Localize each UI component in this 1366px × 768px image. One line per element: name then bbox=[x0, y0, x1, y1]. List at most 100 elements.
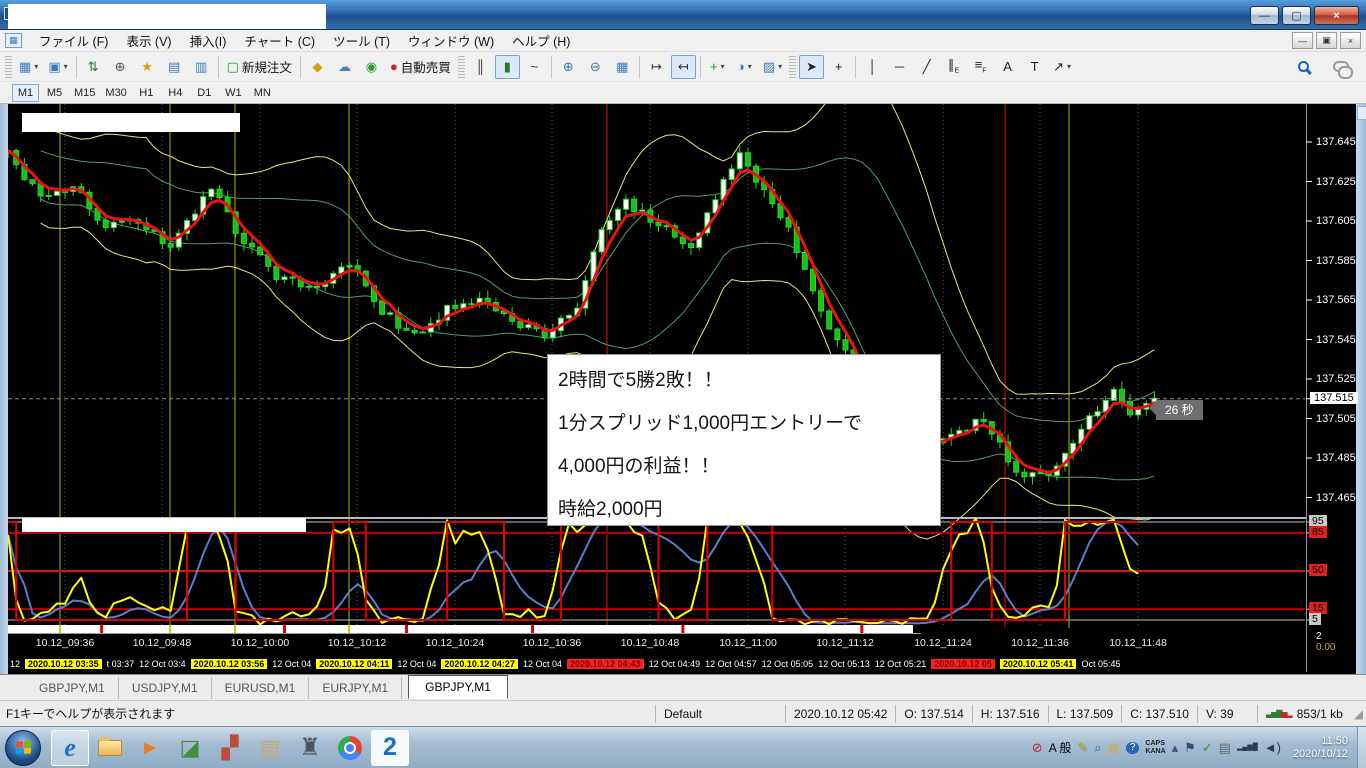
menu-bar: ▦ ファイル (F)表示 (V)挿入(I)チャート (C)ツール (T)ウィンド… bbox=[0, 30, 1366, 52]
windows-explorer-icon bbox=[98, 740, 122, 756]
chart-scrollbar[interactable] bbox=[1356, 104, 1366, 674]
candlestick-chart-button[interactable]: ▮ bbox=[495, 55, 520, 79]
volume-icon[interactable]: ◄) bbox=[1264, 741, 1281, 754]
chart-tab-eurusdm1-2[interactable]: EURUSD,M1 bbox=[212, 677, 310, 699]
menu-insert[interactable]: 挿入(I) bbox=[181, 29, 236, 52]
vertical-line-button[interactable]: │ bbox=[860, 55, 885, 79]
indicators-button[interactable]: +▾ bbox=[705, 55, 730, 79]
timeframe-w1[interactable]: W1 bbox=[220, 84, 247, 102]
start-button[interactable] bbox=[5, 730, 41, 766]
templates-button[interactable]: ▨▾ bbox=[759, 55, 786, 79]
line-chart-icon: ~ bbox=[531, 60, 539, 73]
chrome-browser[interactable] bbox=[331, 730, 369, 766]
status-profile[interactable]: Default bbox=[655, 705, 785, 723]
timeframe-m15[interactable]: M15 bbox=[70, 84, 99, 102]
terminal-button[interactable]: ▤ bbox=[162, 55, 187, 79]
ime-mode-indicator[interactable]: A 般 bbox=[1049, 739, 1072, 756]
close-button[interactable]: × bbox=[1314, 6, 1359, 25]
resize-grip-icon[interactable]: ◢ bbox=[1351, 707, 1366, 721]
show-desktop-button[interactable] bbox=[1357, 727, 1366, 768]
navigator-button[interactable]: ★ bbox=[135, 55, 160, 79]
timeframe-m1[interactable]: M1 bbox=[12, 84, 39, 102]
action-center-flag-icon[interactable]: ⚑ bbox=[1184, 741, 1196, 754]
text-label-button[interactable]: T bbox=[1022, 55, 1047, 79]
horizontal-line-button[interactable]: ─ bbox=[887, 55, 912, 79]
chart-tab-gbpjpym1-4[interactable]: GBPJPY,M1 bbox=[408, 675, 508, 699]
news-button[interactable]: ◉ bbox=[359, 55, 384, 79]
zoom-in-button[interactable]: ⊕ bbox=[556, 55, 581, 79]
cursor-button[interactable]: ➤ bbox=[799, 55, 824, 79]
tile-windows-button[interactable]: ▦ bbox=[610, 55, 635, 79]
data-window-button[interactable]: ⊕ bbox=[108, 55, 133, 79]
periods-button[interactable]: ◑▾ bbox=[732, 55, 757, 79]
menu-file[interactable]: ファイル (F) bbox=[30, 29, 117, 52]
trendline-button[interactable]: ╱ bbox=[914, 55, 939, 79]
new-order-button[interactable]: ▢新規注文 bbox=[223, 55, 296, 79]
antivirus-tray-icon[interactable]: ⊘ bbox=[1032, 741, 1043, 754]
chart-tab-gbpjpym1-0[interactable]: GBPJPY,M1 bbox=[26, 677, 119, 699]
text-button[interactable]: A bbox=[995, 55, 1020, 79]
ie-browser[interactable]: e bbox=[51, 730, 89, 766]
chart-tab-eurjpym1-3[interactable]: EURJPY,M1 bbox=[309, 677, 402, 699]
line-chart-button[interactable]: ~ bbox=[522, 55, 547, 79]
mql-community-button[interactable]: ☁ bbox=[332, 55, 357, 79]
help-tray-icon[interactable]: ? bbox=[1126, 742, 1140, 754]
timeframe-mn[interactable]: MN bbox=[249, 84, 276, 102]
profiles-button[interactable]: ▣▾ bbox=[44, 55, 71, 79]
timeframe-m5[interactable]: M5 bbox=[41, 84, 68, 102]
scanner-app[interactable]: ▤ bbox=[251, 730, 289, 766]
timestamp-marker: 12 Oct 05:13 bbox=[818, 659, 870, 669]
game-red-app[interactable]: ▞ bbox=[211, 730, 249, 766]
auto-scroll-button[interactable]: ↦ bbox=[644, 55, 669, 79]
minimize-button[interactable]: — bbox=[1250, 6, 1279, 25]
trading-app-z[interactable]: 2 bbox=[371, 730, 409, 766]
maximize-button[interactable]: ▢ bbox=[1282, 6, 1311, 25]
mdi-minimize-button[interactable]: — bbox=[1292, 32, 1313, 49]
chart-area[interactable]: 137.645137.625137.605137.585137.565137.5… bbox=[8, 104, 1356, 674]
autotrading-button[interactable]: ●自動売買 bbox=[386, 55, 455, 79]
mdi-restore-button[interactable]: ▣ bbox=[1316, 32, 1337, 49]
chart-tab-usdjpym1-1[interactable]: USDJPY,M1 bbox=[119, 677, 212, 699]
dropdown-arrow-icon: ▾ bbox=[1067, 62, 1071, 71]
menu-view[interactable]: 表示 (V) bbox=[117, 29, 180, 52]
chart-window-left-border bbox=[0, 104, 8, 674]
media-player[interactable]: ► bbox=[131, 730, 169, 766]
windows-explorer[interactable] bbox=[91, 730, 129, 766]
mdi-close-button[interactable]: × bbox=[1340, 32, 1361, 49]
game-green-app[interactable]: ◪ bbox=[171, 730, 209, 766]
menu-tools[interactable]: ツール (T) bbox=[324, 29, 399, 52]
search-button[interactable] bbox=[1291, 55, 1316, 79]
new-chart-button[interactable]: ▦▾ bbox=[15, 55, 42, 79]
menu-help[interactable]: ヘルプ (H) bbox=[503, 29, 579, 52]
castle-game-app-icon: ♜ bbox=[299, 736, 321, 760]
timeframe-d1[interactable]: D1 bbox=[191, 84, 218, 102]
taskbar-clock[interactable]: 11:50 2020/10/12 bbox=[1284, 735, 1357, 761]
safely-remove-icon[interactable]: ✓ bbox=[1202, 741, 1213, 754]
menu-window[interactable]: ウィンドウ (W) bbox=[399, 29, 503, 52]
status-bar: F1キーでヘルプが表示されます Default 2020.10.12 05:42… bbox=[0, 700, 1366, 726]
search-tray-icon[interactable]: ⌕ bbox=[1094, 741, 1101, 754]
bar-chart-button[interactable]: ║ bbox=[468, 55, 493, 79]
toolbox-tray-icon[interactable]: ▦ bbox=[1108, 741, 1120, 754]
market-watch-button[interactable]: ⇅ bbox=[81, 55, 106, 79]
metaeditor-button[interactable]: ◆ bbox=[305, 55, 330, 79]
equidistant-channel-button[interactable]: ∥E bbox=[941, 55, 966, 79]
zoom-out-button[interactable]: ⊖ bbox=[583, 55, 608, 79]
arrows-button[interactable]: ↗▾ bbox=[1049, 55, 1075, 79]
menu-chart[interactable]: チャート (C) bbox=[235, 29, 324, 52]
chart-shift-button[interactable]: ↤ bbox=[671, 55, 696, 79]
timeframe-m30[interactable]: M30 bbox=[101, 84, 130, 102]
strategy-tester-button[interactable]: ▥ bbox=[189, 55, 214, 79]
printer-error-icon[interactable]: ▤ bbox=[1219, 741, 1231, 754]
timeframe-h1[interactable]: H1 bbox=[133, 84, 160, 102]
pen-input-tray-icon[interactable]: ✎ bbox=[1077, 741, 1088, 754]
navigator-icon: ★ bbox=[141, 60, 153, 73]
castle-game-app[interactable]: ♜ bbox=[291, 730, 329, 766]
fibonacci-button[interactable]: ≡F bbox=[968, 55, 993, 79]
timeframe-h4[interactable]: H4 bbox=[162, 84, 189, 102]
hidden-icons-expander-icon[interactable]: ▴ bbox=[1172, 741, 1179, 754]
dropdown-arrow-icon: ▾ bbox=[721, 62, 725, 71]
network-signal-icon[interactable]: ▂▄▆█ bbox=[1237, 744, 1258, 751]
crosshair-button[interactable]: + bbox=[826, 55, 851, 79]
community-chat-button[interactable] bbox=[1328, 55, 1353, 79]
